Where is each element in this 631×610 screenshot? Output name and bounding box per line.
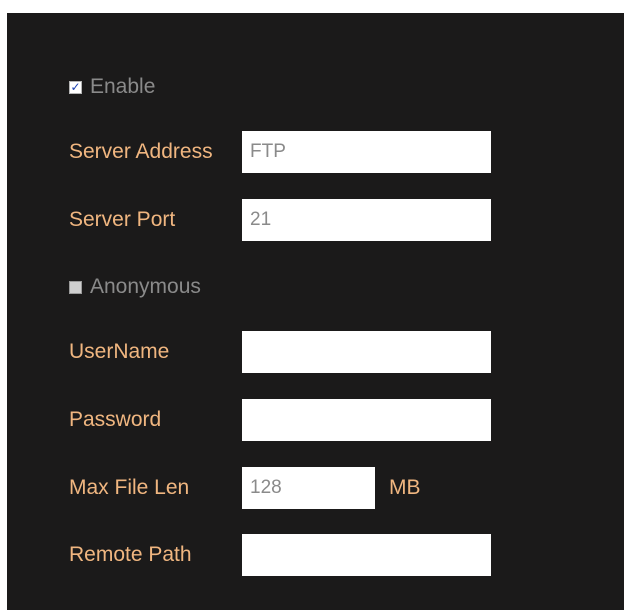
password-row: Password (69, 399, 491, 441)
server-address-input[interactable] (242, 131, 491, 173)
server-address-row: Server Address (69, 131, 491, 173)
ftp-settings-panel: ✓ Enable Server Address Server Port Anon… (7, 13, 624, 610)
enable-label: Enable (90, 75, 156, 98)
max-file-len-input[interactable] (242, 467, 375, 509)
max-file-len-label: Max File Len (69, 476, 190, 499)
remote-path-row: Remote Path (69, 534, 491, 576)
server-port-row: Server Port (69, 199, 491, 241)
enable-checkbox[interactable]: ✓ (69, 80, 82, 94)
username-input[interactable] (242, 331, 491, 373)
anonymous-row[interactable]: Anonymous (69, 266, 201, 308)
username-row: UserName (69, 331, 491, 373)
max-file-len-unit: MB (389, 476, 421, 499)
server-port-label: Server Port (69, 208, 176, 231)
server-address-label: Server Address (69, 140, 213, 163)
anonymous-checkbox[interactable] (69, 280, 82, 294)
anonymous-label: Anonymous (90, 275, 201, 298)
username-label: UserName (69, 340, 170, 363)
server-port-input[interactable] (242, 199, 491, 241)
password-input[interactable] (242, 399, 491, 441)
password-label: Password (69, 408, 162, 431)
max-file-len-row: Max File Len MB (69, 467, 421, 509)
remote-path-input[interactable] (242, 534, 491, 576)
enable-row[interactable]: ✓ Enable (69, 66, 155, 108)
remote-path-label: Remote Path (69, 543, 192, 566)
